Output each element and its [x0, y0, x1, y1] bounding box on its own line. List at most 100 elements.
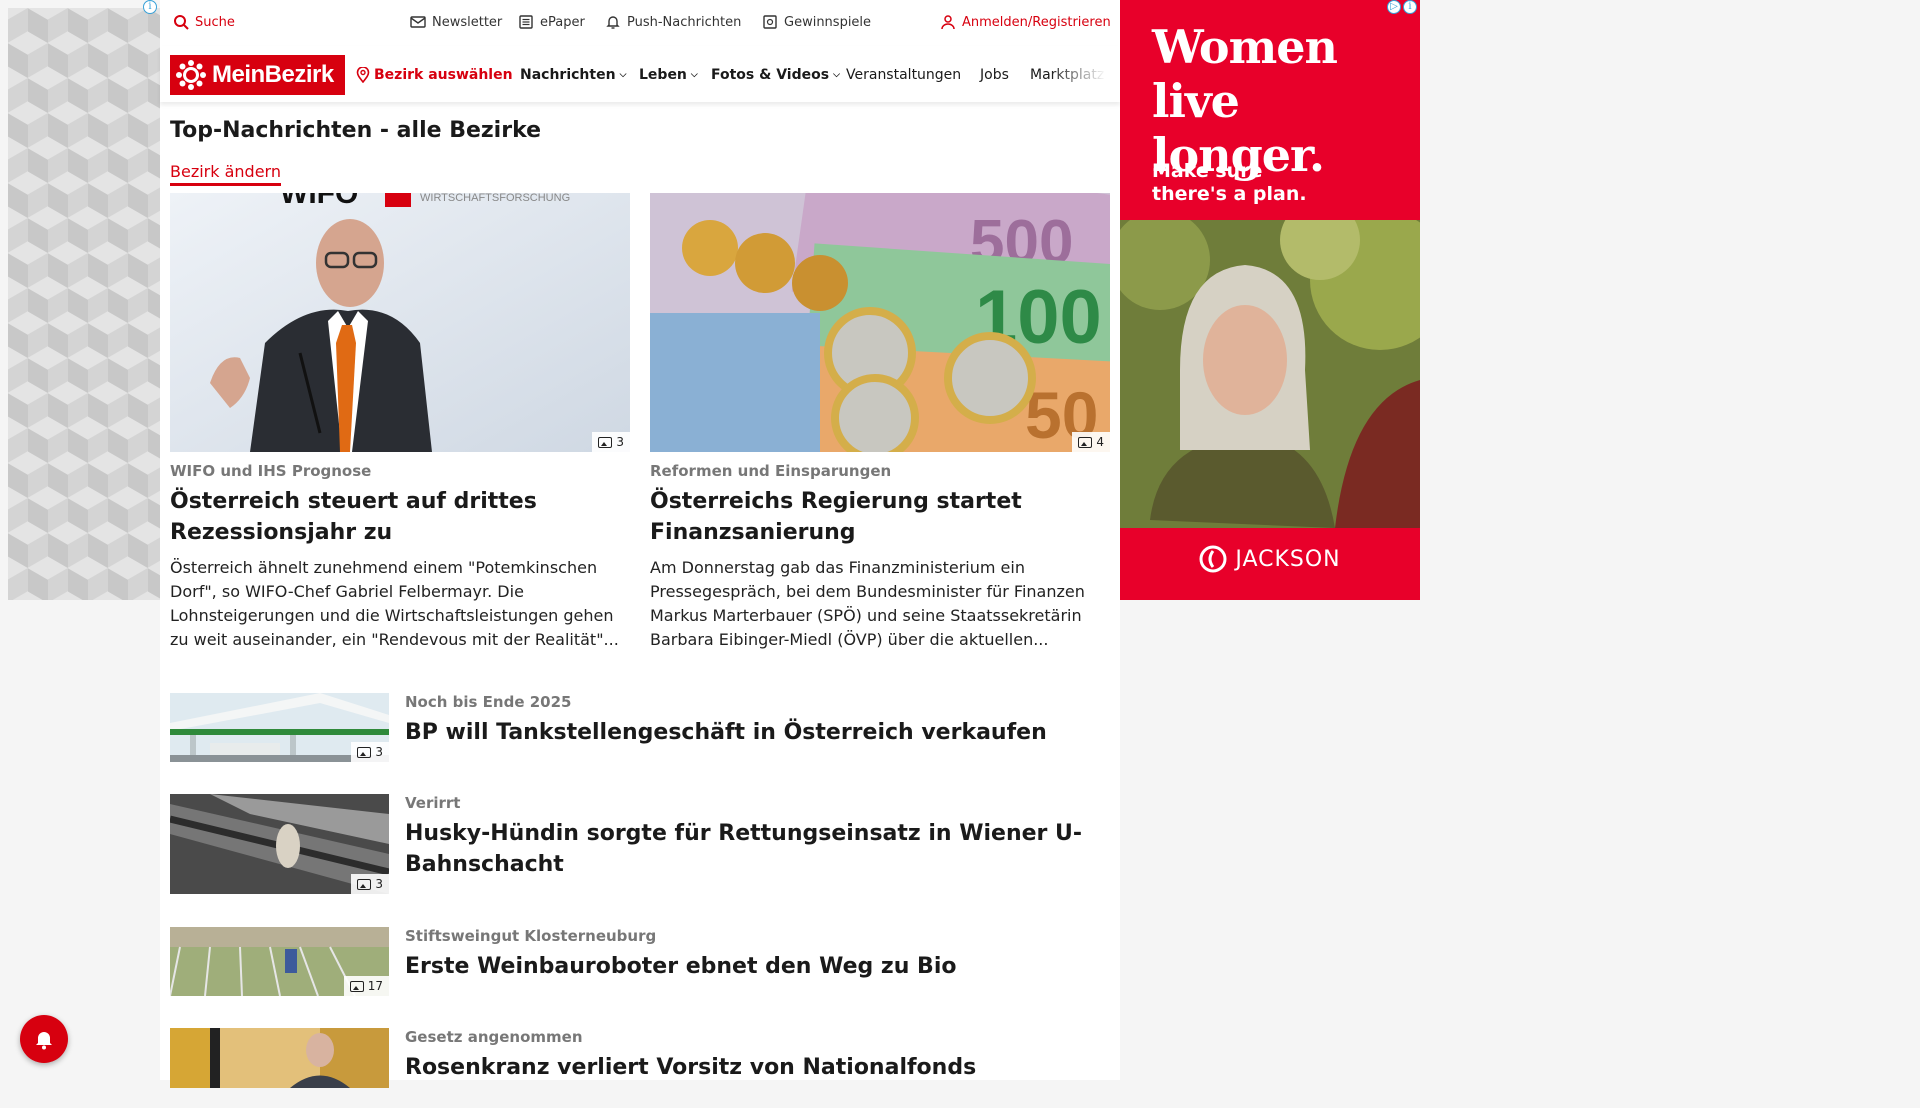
- list-thumbnail[interactable]: 3: [170, 693, 389, 762]
- gewinnspiele-label: Gewinnspiele: [784, 14, 872, 30]
- article-teaser: Am Donnerstag gab das Finanzministerium …: [650, 558, 1085, 649]
- top-utility-bar: Suche Newsletter ePaper Push-Nachrichten…: [160, 0, 1120, 46]
- photo-count: 17: [367, 979, 383, 993]
- push-label: Push-Nachrichten: [627, 14, 742, 30]
- nav-fotos-videos[interactable]: Fotos & Videos ⌵: [711, 67, 840, 83]
- chevron-down-icon: ⌵: [690, 70, 698, 80]
- image-text: WIFO: [280, 193, 358, 210]
- ad-photo: [1120, 220, 1420, 528]
- newspaper-icon: [519, 15, 533, 29]
- parliament-photo: [170, 1028, 389, 1088]
- photo-count: 3: [616, 435, 624, 449]
- bezirk-select[interactable]: Bezirk auswählen: [356, 67, 513, 83]
- bezirk-select-label: Bezirk auswählen: [374, 67, 513, 83]
- article-photo: WIFO WIRTSCHAFTSFORSCHUNG: [170, 193, 630, 452]
- nav-veranstaltungen[interactable]: Veranstaltungen: [846, 67, 961, 83]
- chevron-down-icon: ⌵: [619, 70, 627, 80]
- article-title[interactable]: Österreich steuert auf drittes Rezession…: [170, 486, 630, 548]
- featured-article[interactable]: WIFO WIRTSCHAFTSFORSCHUNG 3 WIFO und IHS…: [170, 193, 630, 652]
- login-label: Anmelden/Registrieren: [962, 14, 1111, 30]
- article-kicker: Stiftsweingut Klosterneuburg: [405, 927, 657, 945]
- article-teaser: Österreich ähnelt zunehmend einem "Potem…: [170, 558, 619, 649]
- article-image[interactable]: 500 100 50 4: [650, 193, 1110, 452]
- main-page: Suche Newsletter ePaper Push-Nachrichten…: [160, 0, 1120, 1088]
- bezirk-aendern-link[interactable]: Bezirk ändern: [170, 162, 281, 186]
- list-item[interactable]: Gesetz angenommen Rosenkranz verliert Vo…: [170, 1028, 1110, 1108]
- bell-icon: [36, 1032, 52, 1050]
- article-title[interactable]: Erste Weinbauroboter ebnet den Weg zu Bi…: [405, 951, 1085, 982]
- photo-count-badge: 3: [351, 874, 389, 894]
- nav-nachrichten-label: Nachrichten: [520, 67, 616, 83]
- article-kicker: Reformen und Einsparungen: [650, 462, 892, 480]
- list-item[interactable]: 17 Stiftsweingut Klosterneuburg Erste We…: [170, 927, 1110, 1007]
- location-pin-icon: [356, 67, 370, 83]
- prize-icon: [763, 15, 777, 29]
- epaper-link[interactable]: ePaper: [518, 14, 585, 30]
- article-image[interactable]: WIFO WIRTSCHAFTSFORSCHUNG 3: [170, 193, 630, 452]
- user-icon: [941, 15, 955, 30]
- adchoices-icon[interactable]: ▷: [1387, 0, 1401, 14]
- article-title[interactable]: Rosenkranz verliert Vorsitz von National…: [405, 1052, 1085, 1083]
- bell-outline-icon: [606, 16, 620, 29]
- logo-sun-icon: [176, 60, 206, 90]
- photo-count-badge: 3: [351, 742, 389, 762]
- login-link[interactable]: Anmelden/Registrieren: [940, 14, 1111, 30]
- image-subtext: WIRTSCHAFTSFORSCHUNG: [420, 193, 570, 204]
- nav-nachrichten[interactable]: Nachrichten ⌵: [520, 67, 626, 83]
- list-item[interactable]: 3 Noch bis Ende 2025 BP will Tankstellen…: [170, 693, 1110, 773]
- gallery-icon: [349, 980, 364, 992]
- article-kicker: Gesetz angenommen: [405, 1028, 583, 1046]
- main-navigation: MeinBezirk Bezirk auswählen Nachrichten ⌵…: [160, 46, 1120, 102]
- photo-count: 3: [375, 877, 383, 891]
- gallery-icon: [1078, 436, 1093, 448]
- left-skyscraper-ad[interactable]: [8, 8, 160, 600]
- nav-leben-label: Leben: [639, 67, 687, 83]
- article-title[interactable]: Österreichs Regierung startet Finanzsani…: [650, 486, 1110, 548]
- site-logo[interactable]: MeinBezirk: [170, 55, 345, 95]
- push-notification-button[interactable]: [20, 1015, 68, 1063]
- list-thumbnail[interactable]: 17: [170, 927, 389, 996]
- ad-brand: JACKSON: [1120, 545, 1420, 573]
- ad-subline-2: there's a plan.: [1152, 183, 1307, 205]
- article-kicker: Verirrt: [405, 794, 461, 812]
- chevron-down-icon: ⌵: [833, 70, 840, 80]
- photo-count-badge: 3: [592, 432, 630, 452]
- nav-fotos-label: Fotos & Videos: [711, 67, 830, 83]
- ad-woman-photo: [1120, 220, 1420, 528]
- gewinnspiele-link[interactable]: Gewinnspiele: [762, 14, 871, 30]
- list-item[interactable]: 3 Verirrt Husky-Hündin sorgte für Rettun…: [170, 794, 1110, 894]
- ad-info-icon[interactable]: i: [1403, 0, 1417, 14]
- nav-overflow-fade: [1050, 54, 1120, 98]
- ad-subline-1: Make sure: [1152, 160, 1263, 182]
- gallery-icon: [357, 878, 372, 890]
- article-title[interactable]: Husky-Hündin sorgte für Rettungseinsatz …: [405, 818, 1085, 880]
- photo-count-badge: 4: [1072, 432, 1110, 452]
- epaper-label: ePaper: [540, 14, 585, 30]
- newsletter-link[interactable]: Newsletter: [410, 14, 502, 30]
- list-thumbnail[interactable]: [170, 1028, 389, 1088]
- right-display-ad[interactable]: Women live longer. Make sure there's a pla…: [1120, 0, 1420, 600]
- ad-headline: Women live longer.: [1152, 20, 1420, 182]
- ad-brand-label: JACKSON: [1235, 546, 1341, 572]
- newsletter-label: Newsletter: [432, 14, 503, 30]
- article-title[interactable]: BP will Tankstellengeschäft in Österreic…: [405, 717, 1085, 748]
- push-notifications-link[interactable]: Push-Nachrichten: [605, 14, 741, 30]
- photo-count: 4: [1096, 435, 1104, 449]
- nav-jobs[interactable]: Jobs: [980, 67, 1009, 83]
- search-link[interactable]: Suche: [173, 14, 235, 30]
- article-photo: 500 100 50: [650, 193, 1110, 452]
- ad-info-icon[interactable]: i: [143, 0, 157, 14]
- list-thumbnail[interactable]: 3: [170, 794, 389, 894]
- gallery-icon: [598, 436, 613, 448]
- page-title: Top-Nachrichten - alle Bezirke: [170, 118, 542, 143]
- jackson-logo-icon: [1199, 545, 1227, 573]
- photo-count: 3: [375, 745, 383, 759]
- ad-headline-line1: Women: [1152, 20, 1338, 74]
- gallery-icon: [357, 746, 372, 758]
- mail-icon: [410, 16, 426, 28]
- ad-subline: Make sure there's a plan.: [1152, 160, 1307, 206]
- nav-leben[interactable]: Leben ⌵: [639, 67, 698, 83]
- featured-article[interactable]: 500 100 50 4 Reformen und Einsparungen Ö…: [650, 193, 1110, 652]
- logo-text: MeinBezirk: [212, 61, 334, 88]
- photo-count-badge: 17: [343, 976, 389, 996]
